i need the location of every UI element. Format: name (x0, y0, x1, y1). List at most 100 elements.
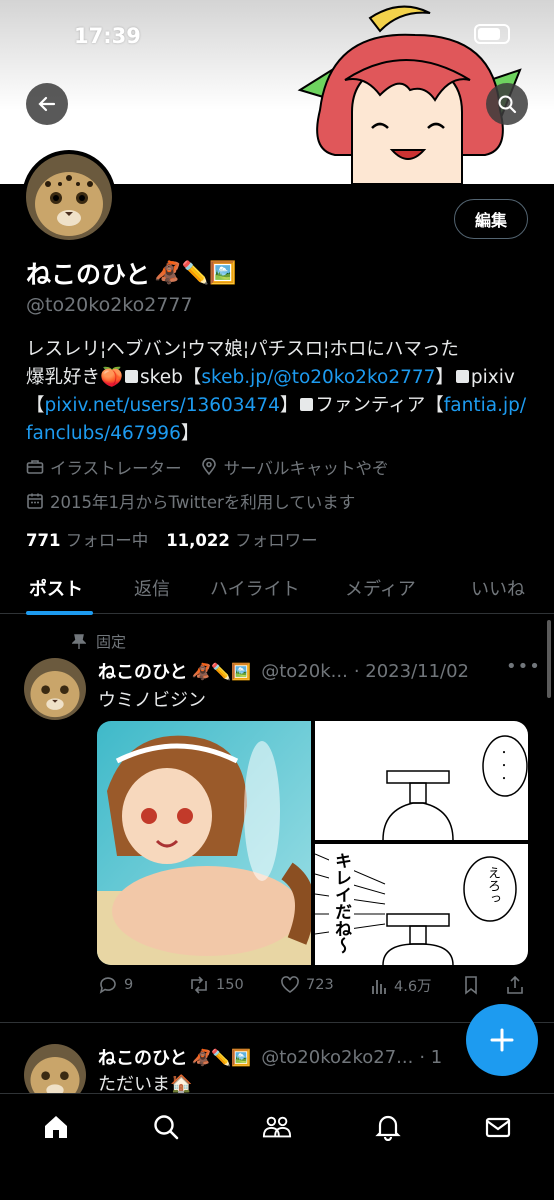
comic-text: えろっ (485, 866, 500, 905)
followers-link[interactable]: 11,022 フォロワー (166, 527, 317, 551)
svg-text:・: ・ (499, 774, 509, 785)
fantia-link-cont[interactable]: fanclubs/467996 (26, 423, 181, 444)
bio-line-4: fanclubs/467996】 (26, 420, 531, 448)
follow-stats: 771 フォロー中 11,022 フォロワー (26, 527, 318, 551)
tab-media[interactable]: メディア (345, 575, 416, 601)
back-arrow-icon (38, 96, 56, 112)
display-name-text: ねこのひと (26, 260, 151, 289)
tab-likes[interactable]: いいね (471, 575, 525, 601)
search-icon (498, 95, 517, 114)
square-icon (455, 370, 469, 383)
comic-panel-top: ・ ・ ・ (315, 721, 528, 841)
nav-home[interactable] (41, 1112, 71, 1142)
profile-joined-row: 2015年1月からTwitterを利用しています (26, 489, 355, 513)
like-button[interactable]: 723 (280, 975, 334, 995)
bio-line-3: 【pixiv.net/users/13603474】 ファンティア【fantia.… (26, 392, 531, 420)
profile-handle: @to20ko2ko2777 (26, 294, 193, 316)
share-icon (507, 975, 523, 994)
post-header: ねこのひと 🦧✏️🖼️ @to20ko2ko27... · 1 (98, 1044, 442, 1070)
followers-count: 11,022 (166, 531, 230, 550)
comic-drawing: ・ ・ ・ (382, 735, 528, 841)
post-date[interactable]: · 2023/11/02 (354, 661, 469, 682)
briefcase-icon (26, 460, 44, 474)
tab-replies[interactable]: 返信 (134, 575, 170, 601)
bio-bracket: 】 (279, 395, 299, 416)
edit-profile-button[interactable]: 編集 (454, 199, 528, 239)
nav-messages[interactable] (483, 1112, 513, 1142)
following-count: 771 (26, 531, 61, 550)
bio-line-1: レスレリ¦ヘブバン¦ウマ娘¦パチスロ¦ホロにハマった (26, 339, 459, 360)
following-label: フォロー中 (65, 531, 149, 550)
more-icon[interactable]: ••• (506, 656, 541, 677)
post-actions: 9 150 723 4.6万 (98, 975, 528, 999)
serval-avatar-image (24, 658, 86, 720)
like-icon (281, 976, 299, 993)
fantia-link[interactable]: fantia.jp/ (444, 395, 526, 416)
compose-button[interactable] (466, 1004, 538, 1076)
pixiv-link[interactable]: pixiv.net/users/13603474 (45, 395, 280, 416)
square-icon (300, 398, 314, 411)
pinned-indicator: 固定 (72, 631, 126, 652)
nav-notifications[interactable] (373, 1112, 403, 1142)
svg-text:・: ・ (499, 748, 509, 759)
reply-button[interactable]: 9 (98, 975, 133, 995)
notifications-icon (375, 1115, 401, 1141)
back-button[interactable] (26, 83, 68, 125)
post-image-illustration (97, 721, 311, 965)
post-author-emoji: 🦧✏️🖼️ (191, 1047, 252, 1067)
communities-icon (262, 1116, 292, 1138)
post-text: ウミノビジン (98, 690, 206, 711)
like-count: 723 (306, 977, 334, 993)
status-icons (474, 24, 510, 44)
square-icon (125, 370, 139, 383)
profile-meta: イラストレーター サーバルキャットやぞ (26, 455, 389, 479)
search-button[interactable] (486, 83, 528, 125)
post-author-name[interactable]: ねこのひと (98, 658, 187, 684)
battery-icon (474, 24, 510, 44)
svg-text:・: ・ (499, 761, 509, 772)
views-count: 4.6万 (394, 979, 432, 995)
compose-plus-icon (490, 1028, 514, 1052)
bio-line-2: 爆乳好き🍑 skeb【skeb.jp/@to20ko2ko2777】 pixiv (26, 364, 531, 392)
pin-icon (72, 633, 86, 649)
bookmark-icon (465, 976, 477, 995)
location-pin-icon (201, 458, 216, 476)
active-tab-indicator (26, 611, 93, 615)
reply-icon (99, 977, 116, 994)
nav-communities[interactable] (262, 1112, 292, 1142)
profile-avatar[interactable] (22, 150, 116, 244)
bio-fantia-label: ファンティア【 (315, 395, 444, 416)
tab-highlights[interactable]: ハイライト (210, 575, 300, 601)
repost-icon (191, 976, 207, 994)
share-button[interactable] (506, 975, 524, 995)
bottom-navigation (0, 1093, 554, 1200)
comic-panel-bottom: キレイだね〜 えろっ (314, 844, 528, 965)
tab-posts[interactable]: ポスト (29, 575, 83, 601)
bio-bracket: 【 (26, 395, 45, 416)
explore-icon (154, 1115, 179, 1140)
followers-label: フォロワー (235, 531, 318, 550)
comic-text: キレイだね〜 (329, 852, 354, 954)
post-header: ねこのひと 🦧✏️🖼️ @to20k... · 2023/11/02 (98, 658, 469, 684)
following-link[interactable]: 771 フォロー中 (26, 527, 148, 551)
post-author-emoji: 🦧✏️🖼️ (191, 661, 252, 681)
profile-display-name: ねこのひと 🦧✏️🖼️ (26, 255, 236, 291)
profile-bio: レスレリ¦ヘブバン¦ウマ娘¦パチスロ¦ホロにハマった 爆乳好き🍑 skeb【ske… (26, 336, 531, 448)
repost-button[interactable]: 150 (188, 975, 244, 995)
bio-text: 爆乳好き🍑 (26, 367, 124, 388)
profile-joined: 2015年1月からTwitterを利用しています (50, 493, 356, 512)
display-name-emoji: 🦧✏️🖼️ (154, 260, 237, 286)
status-time: 17:39 (74, 24, 141, 48)
post-media-grid[interactable]: ・ ・ ・ キレイだね〜 えろっ (97, 721, 528, 965)
post-author-handle: @to20k... (261, 660, 348, 682)
nav-explore[interactable] (151, 1112, 181, 1142)
views-button[interactable]: 4.6万 (370, 975, 432, 996)
scrollbar[interactable] (547, 620, 551, 698)
post-author-name[interactable]: ねこのひと (98, 1044, 187, 1070)
profile-tabs: ポスト 返信 ハイライト メディア いいね (0, 562, 554, 615)
post-date[interactable]: · 1 (419, 1047, 442, 1068)
repost-count: 150 (216, 977, 244, 993)
skeb-link[interactable]: skeb.jp/@to20ko2ko2777 (201, 367, 435, 388)
bookmark-button[interactable] (462, 975, 480, 995)
post-avatar[interactable] (24, 658, 86, 720)
